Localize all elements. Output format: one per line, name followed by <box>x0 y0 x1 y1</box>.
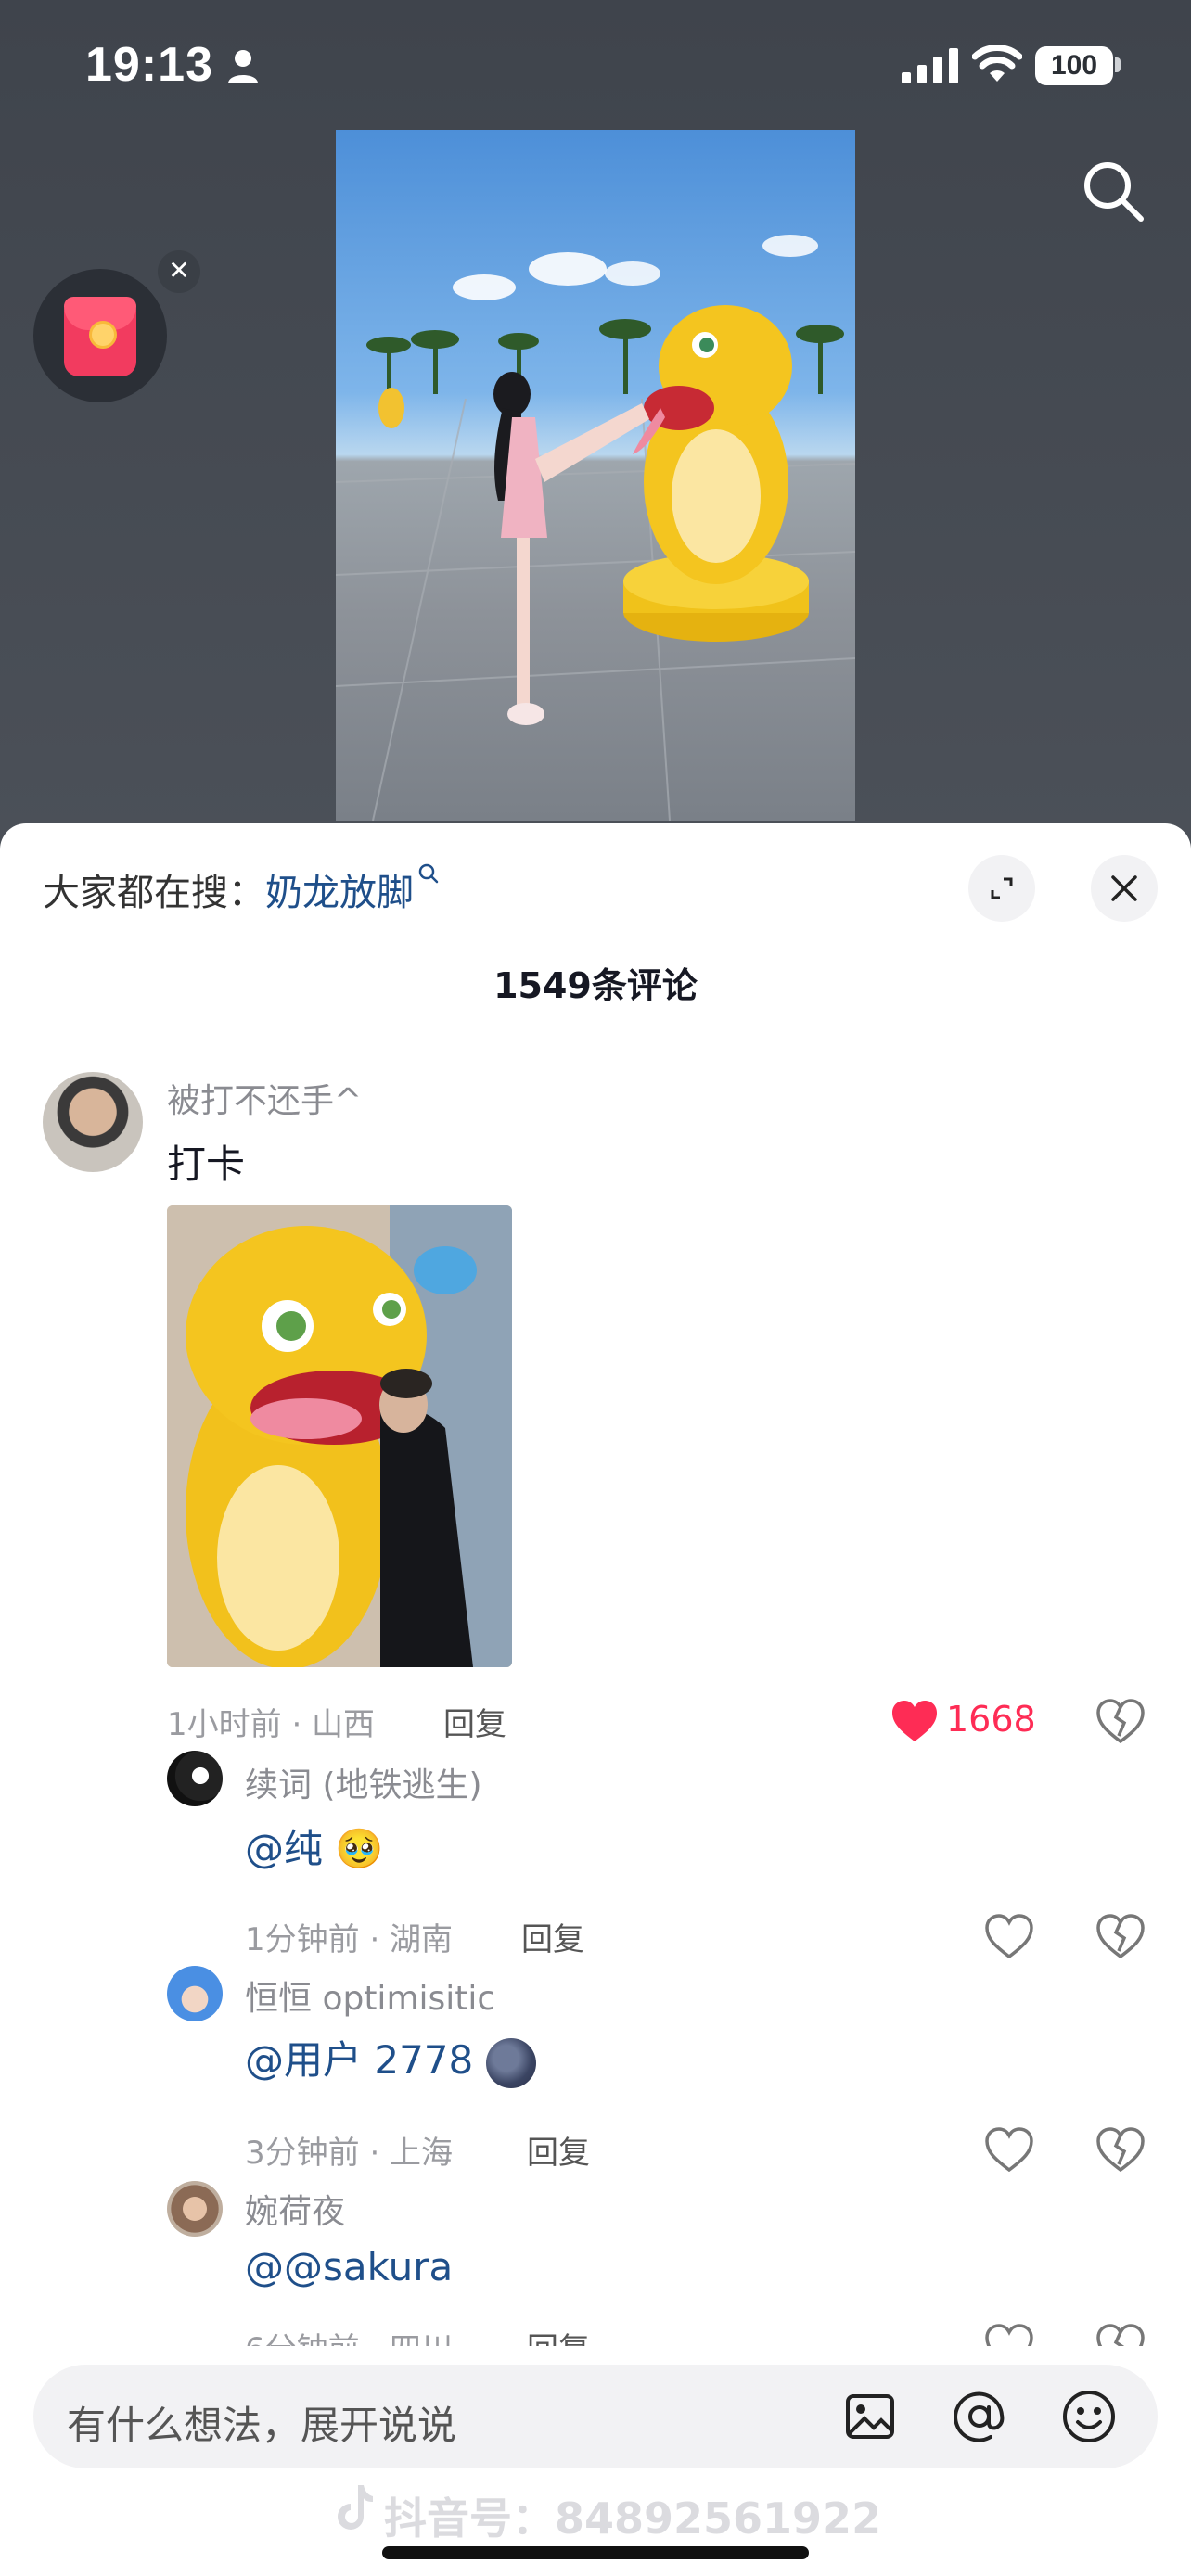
comment-username[interactable]: 被打不还手^ <box>167 1074 362 1122</box>
close-icon <box>1111 875 1137 901</box>
battery-level: 100 <box>1050 50 1098 81</box>
heart-icon[interactable] <box>890 1699 939 1743</box>
reply-username[interactable]: 婉荷夜 <box>245 2185 345 2233</box>
hot-search-keyword[interactable]: 奶龙放脚 <box>265 872 414 914</box>
broken-heart-icon[interactable] <box>1096 1699 1145 1743</box>
hot-search-bar[interactable]: 大家都在搜：奶龙放脚 <box>43 862 440 916</box>
battery-indicator: 100 <box>1035 46 1113 85</box>
reply-text[interactable]: @@sakura <box>245 2244 453 2289</box>
person-icon <box>228 50 258 83</box>
comment-input[interactable]: 有什么想法，展开说说 <box>33 2365 1158 2468</box>
avatar[interactable] <box>167 1751 223 1806</box>
red-packet-close-button[interactable]: ✕ <box>158 250 200 293</box>
expand-icon <box>991 877 1013 899</box>
video-player[interactable] <box>336 130 855 821</box>
comment-text[interactable]: 打卡 <box>167 1133 245 1190</box>
reply-username[interactable]: 恒恒 optimisitic <box>245 1971 495 2020</box>
reply-button[interactable]: 回复 <box>521 1914 584 1959</box>
search-icon <box>418 863 439 884</box>
reply-button[interactable]: 回复 <box>443 1699 506 1744</box>
reply-text[interactable]: @用户 2778 <box>245 2029 536 2088</box>
search-icon[interactable] <box>1080 158 1146 224</box>
signal-icon <box>902 48 958 83</box>
tiktok-logo-icon <box>338 2485 373 2530</box>
close-comments-button[interactable] <box>1091 855 1158 922</box>
emoji-icon[interactable] <box>1059 2387 1119 2446</box>
status-bar: 19:13 100 <box>0 0 1191 130</box>
at-icon[interactable] <box>950 2387 1009 2446</box>
comment-sheet: 大家都在搜：奶龙放脚 1549条评论 被打不还手^ 打卡 1小时前 · 山西 回… <box>0 823 1191 2576</box>
mention-link[interactable]: @纯 <box>245 1826 323 1871</box>
status-time: 19:13 <box>85 38 213 92</box>
video-area[interactable]: 19:13 100 ✕ <box>0 0 1191 835</box>
reply-emoji: 🥹 <box>335 1826 384 1871</box>
avatar[interactable] <box>167 2181 223 2237</box>
battery-tip <box>1115 57 1121 72</box>
comment-photo <box>167 1205 512 1667</box>
expand-button[interactable] <box>968 855 1035 922</box>
like-count: 1668 <box>946 1699 1036 1740</box>
reply-button[interactable]: 回复 <box>527 2127 590 2173</box>
comment-count: 1549条评论 <box>493 965 698 1006</box>
image-icon[interactable] <box>840 2387 900 2446</box>
reply-text[interactable]: @纯 🥹 <box>245 1817 384 1874</box>
mention-link[interactable]: @@sakura <box>245 2244 453 2289</box>
comment-meta: 1小时前 · 山西 <box>167 1706 376 1743</box>
hot-search-prefix: 大家都在搜： <box>43 872 265 914</box>
video-thumbnail <box>336 235 855 821</box>
heart-icon[interactable] <box>985 1914 1033 1958</box>
comment-input-placeholder: 有什么想法，展开说说 <box>67 2403 457 2448</box>
reply-username[interactable]: 续词 (地铁逃生) <box>245 1758 482 1806</box>
broken-heart-icon[interactable] <box>1096 1914 1145 1958</box>
douyin-id-watermark: 抖音号：84892561922 <box>384 2493 882 2544</box>
home-indicator[interactable] <box>382 2546 809 2559</box>
avatar[interactable] <box>43 1072 143 1172</box>
red-packet-button[interactable] <box>33 269 167 402</box>
reply-meta: 1分钟前 · 湖南 <box>245 1921 454 1958</box>
red-packet-icon <box>64 297 136 376</box>
avatar[interactable] <box>167 1966 223 2021</box>
comment-input-bar: 有什么想法，展开说说 抖音号：84892561922 <box>0 2346 1191 2576</box>
wifi-icon <box>972 45 1022 82</box>
comment-image[interactable] <box>167 1205 512 1667</box>
heart-icon[interactable] <box>985 2127 1033 2172</box>
mention-link[interactable]: @用户 2778 <box>245 2037 473 2083</box>
reply-meta: 3分钟前 · 上海 <box>245 2135 454 2172</box>
reply-emoji <box>485 2037 536 2088</box>
broken-heart-icon[interactable] <box>1096 2127 1145 2172</box>
